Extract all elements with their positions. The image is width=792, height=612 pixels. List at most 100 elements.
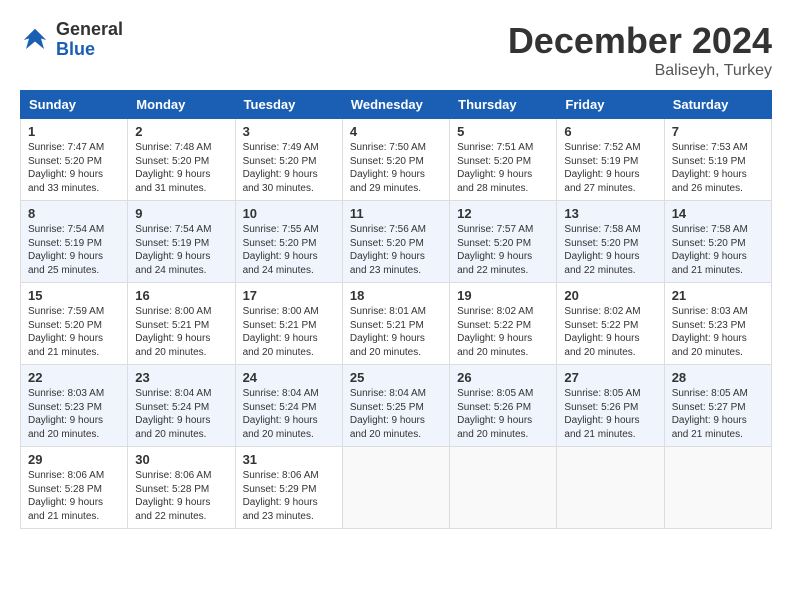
day-info: Sunrise: 8:06 AM Sunset: 5:29 PM Dayligh… [243, 469, 335, 523]
page-header: General Blue December 2024 Baliseyh, Tur… [20, 20, 772, 80]
day-info: Sunrise: 7:52 AM Sunset: 5:19 PM Dayligh… [564, 141, 656, 195]
empty-cell [664, 447, 771, 529]
day-number: 25 [350, 370, 442, 385]
calendar-day-cell: 12 Sunrise: 7:57 AM Sunset: 5:20 PM Dayl… [450, 201, 557, 283]
day-number: 12 [457, 206, 549, 221]
calendar-week-row: 15 Sunrise: 7:59 AM Sunset: 5:20 PM Dayl… [21, 283, 772, 365]
weekday-header-saturday: Saturday [664, 91, 771, 119]
weekday-header-tuesday: Tuesday [235, 91, 342, 119]
calendar-day-cell: 23 Sunrise: 8:04 AM Sunset: 5:24 PM Dayl… [128, 365, 235, 447]
day-number: 2 [135, 124, 227, 139]
calendar-day-cell: 25 Sunrise: 8:04 AM Sunset: 5:25 PM Dayl… [342, 365, 449, 447]
day-number: 3 [243, 124, 335, 139]
day-number: 9 [135, 206, 227, 221]
day-number: 28 [672, 370, 764, 385]
day-info: Sunrise: 8:06 AM Sunset: 5:28 PM Dayligh… [28, 469, 120, 523]
empty-cell [450, 447, 557, 529]
day-number: 23 [135, 370, 227, 385]
calendar-day-cell: 27 Sunrise: 8:05 AM Sunset: 5:26 PM Dayl… [557, 365, 664, 447]
day-info: Sunrise: 8:03 AM Sunset: 5:23 PM Dayligh… [28, 387, 120, 441]
day-number: 7 [672, 124, 764, 139]
day-number: 15 [28, 288, 120, 303]
calendar-week-row: 1 Sunrise: 7:47 AM Sunset: 5:20 PM Dayli… [21, 119, 772, 201]
calendar-day-cell: 9 Sunrise: 7:54 AM Sunset: 5:19 PM Dayli… [128, 201, 235, 283]
day-info: Sunrise: 8:00 AM Sunset: 5:21 PM Dayligh… [135, 305, 227, 359]
calendar-week-row: 8 Sunrise: 7:54 AM Sunset: 5:19 PM Dayli… [21, 201, 772, 283]
empty-cell [557, 447, 664, 529]
calendar-day-cell: 20 Sunrise: 8:02 AM Sunset: 5:22 PM Dayl… [557, 283, 664, 365]
weekday-header-thursday: Thursday [450, 91, 557, 119]
weekday-header-wednesday: Wednesday [342, 91, 449, 119]
day-info: Sunrise: 8:04 AM Sunset: 5:25 PM Dayligh… [350, 387, 442, 441]
empty-cell [342, 447, 449, 529]
calendar-day-cell: 2 Sunrise: 7:48 AM Sunset: 5:20 PM Dayli… [128, 119, 235, 201]
day-number: 19 [457, 288, 549, 303]
calendar-day-cell: 31 Sunrise: 8:06 AM Sunset: 5:29 PM Dayl… [235, 447, 342, 529]
weekday-header-friday: Friday [557, 91, 664, 119]
calendar-day-cell: 19 Sunrise: 8:02 AM Sunset: 5:22 PM Dayl… [450, 283, 557, 365]
day-info: Sunrise: 7:50 AM Sunset: 5:20 PM Dayligh… [350, 141, 442, 195]
day-number: 13 [564, 206, 656, 221]
day-info: Sunrise: 8:05 AM Sunset: 5:26 PM Dayligh… [564, 387, 656, 441]
day-number: 11 [350, 206, 442, 221]
day-info: Sunrise: 8:05 AM Sunset: 5:26 PM Dayligh… [457, 387, 549, 441]
day-number: 16 [135, 288, 227, 303]
calendar-day-cell: 6 Sunrise: 7:52 AM Sunset: 5:19 PM Dayli… [557, 119, 664, 201]
day-number: 29 [28, 452, 120, 467]
calendar-day-cell: 3 Sunrise: 7:49 AM Sunset: 5:20 PM Dayli… [235, 119, 342, 201]
day-number: 17 [243, 288, 335, 303]
day-number: 20 [564, 288, 656, 303]
calendar-week-row: 22 Sunrise: 8:03 AM Sunset: 5:23 PM Dayl… [21, 365, 772, 447]
day-number: 24 [243, 370, 335, 385]
calendar-day-cell: 10 Sunrise: 7:55 AM Sunset: 5:20 PM Dayl… [235, 201, 342, 283]
day-info: Sunrise: 8:01 AM Sunset: 5:21 PM Dayligh… [350, 305, 442, 359]
day-info: Sunrise: 7:49 AM Sunset: 5:20 PM Dayligh… [243, 141, 335, 195]
day-number: 22 [28, 370, 120, 385]
day-number: 4 [350, 124, 442, 139]
day-info: Sunrise: 7:58 AM Sunset: 5:20 PM Dayligh… [672, 223, 764, 277]
day-info: Sunrise: 7:51 AM Sunset: 5:20 PM Dayligh… [457, 141, 549, 195]
calendar-day-cell: 15 Sunrise: 7:59 AM Sunset: 5:20 PM Dayl… [21, 283, 128, 365]
location: Baliseyh, Turkey [508, 62, 772, 80]
calendar-day-cell: 22 Sunrise: 8:03 AM Sunset: 5:23 PM Dayl… [21, 365, 128, 447]
day-info: Sunrise: 7:53 AM Sunset: 5:19 PM Dayligh… [672, 141, 764, 195]
day-info: Sunrise: 8:04 AM Sunset: 5:24 PM Dayligh… [135, 387, 227, 441]
title-section: December 2024 Baliseyh, Turkey [508, 20, 772, 80]
day-info: Sunrise: 8:03 AM Sunset: 5:23 PM Dayligh… [672, 305, 764, 359]
day-number: 18 [350, 288, 442, 303]
month-title: December 2024 [508, 20, 772, 62]
calendar-day-cell: 11 Sunrise: 7:56 AM Sunset: 5:20 PM Dayl… [342, 201, 449, 283]
day-info: Sunrise: 7:58 AM Sunset: 5:20 PM Dayligh… [564, 223, 656, 277]
day-info: Sunrise: 7:48 AM Sunset: 5:20 PM Dayligh… [135, 141, 227, 195]
calendar-week-row: 29 Sunrise: 8:06 AM Sunset: 5:28 PM Dayl… [21, 447, 772, 529]
calendar-day-cell: 17 Sunrise: 8:00 AM Sunset: 5:21 PM Dayl… [235, 283, 342, 365]
calendar-day-cell: 14 Sunrise: 7:58 AM Sunset: 5:20 PM Dayl… [664, 201, 771, 283]
weekday-header-sunday: Sunday [21, 91, 128, 119]
calendar-day-cell: 8 Sunrise: 7:54 AM Sunset: 5:19 PM Dayli… [21, 201, 128, 283]
day-info: Sunrise: 7:56 AM Sunset: 5:20 PM Dayligh… [350, 223, 442, 277]
calendar-day-cell: 13 Sunrise: 7:58 AM Sunset: 5:20 PM Dayl… [557, 201, 664, 283]
day-number: 1 [28, 124, 120, 139]
day-number: 10 [243, 206, 335, 221]
weekday-header-monday: Monday [128, 91, 235, 119]
calendar-header-row: SundayMondayTuesdayWednesdayThursdayFrid… [21, 91, 772, 119]
day-info: Sunrise: 8:02 AM Sunset: 5:22 PM Dayligh… [564, 305, 656, 359]
day-info: Sunrise: 8:05 AM Sunset: 5:27 PM Dayligh… [672, 387, 764, 441]
day-number: 26 [457, 370, 549, 385]
calendar-day-cell: 5 Sunrise: 7:51 AM Sunset: 5:20 PM Dayli… [450, 119, 557, 201]
calendar-day-cell: 26 Sunrise: 8:05 AM Sunset: 5:26 PM Dayl… [450, 365, 557, 447]
calendar-day-cell: 4 Sunrise: 7:50 AM Sunset: 5:20 PM Dayli… [342, 119, 449, 201]
logo: General Blue [20, 20, 123, 60]
calendar-day-cell: 18 Sunrise: 8:01 AM Sunset: 5:21 PM Dayl… [342, 283, 449, 365]
day-info: Sunrise: 8:04 AM Sunset: 5:24 PM Dayligh… [243, 387, 335, 441]
day-number: 6 [564, 124, 656, 139]
day-number: 31 [243, 452, 335, 467]
calendar-day-cell: 7 Sunrise: 7:53 AM Sunset: 5:19 PM Dayli… [664, 119, 771, 201]
day-info: Sunrise: 7:54 AM Sunset: 5:19 PM Dayligh… [28, 223, 120, 277]
calendar-day-cell: 24 Sunrise: 8:04 AM Sunset: 5:24 PM Dayl… [235, 365, 342, 447]
day-number: 8 [28, 206, 120, 221]
calendar-day-cell: 21 Sunrise: 8:03 AM Sunset: 5:23 PM Dayl… [664, 283, 771, 365]
day-info: Sunrise: 7:55 AM Sunset: 5:20 PM Dayligh… [243, 223, 335, 277]
day-info: Sunrise: 8:06 AM Sunset: 5:28 PM Dayligh… [135, 469, 227, 523]
day-number: 14 [672, 206, 764, 221]
